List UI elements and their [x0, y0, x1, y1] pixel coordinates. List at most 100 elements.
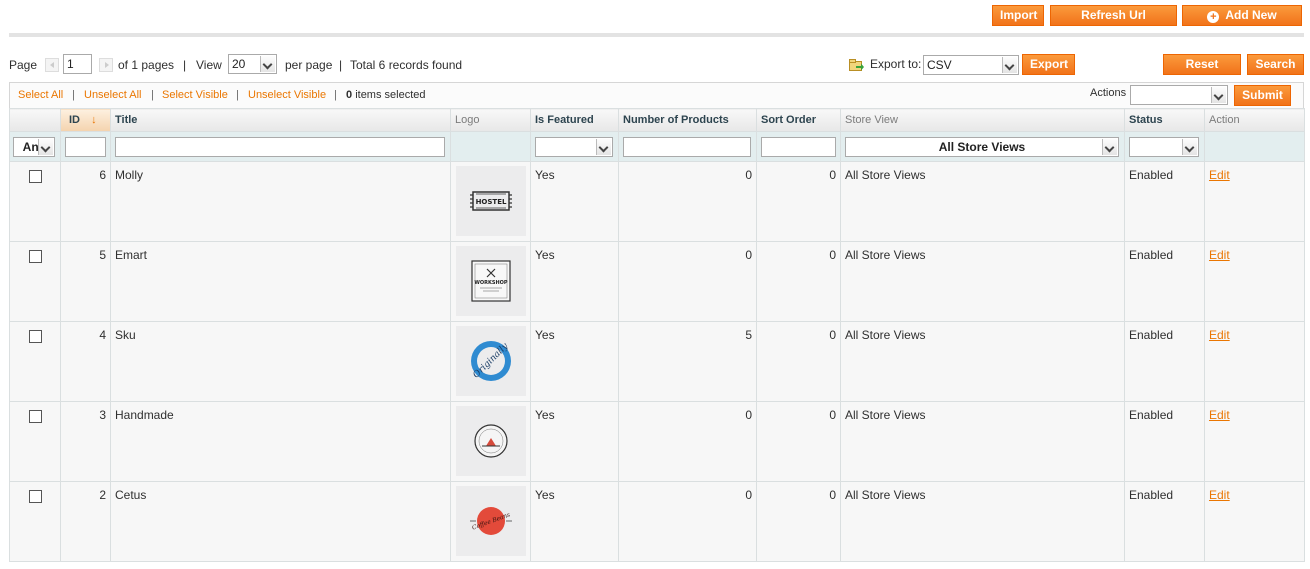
row-checkbox[interactable] — [29, 490, 42, 503]
per-page-select[interactable]: 20 — [228, 54, 277, 74]
export-to-label: Export to: — [870, 57, 922, 71]
brand-logo-image: HOSTEL — [456, 166, 526, 236]
store-view-filter-value: All Store Views — [938, 140, 1026, 154]
search-button[interactable]: Search — [1247, 54, 1304, 75]
cell-is-featured: Yes — [530, 481, 619, 562]
cell-action: Edit — [1204, 241, 1305, 322]
header-sort-order[interactable]: Sort Order — [756, 108, 841, 132]
separator: | — [339, 58, 343, 72]
pager: Page 1 of 1 pages | View 20 per page | T… — [9, 54, 489, 74]
cell-id: 6 — [60, 161, 111, 242]
export-format-value: CSV — [927, 58, 952, 72]
cell-logo: Originally — [450, 321, 531, 402]
store-view-filter-select[interactable]: All Store Views — [845, 137, 1119, 157]
page-label: Page — [9, 58, 38, 72]
status-filter-select[interactable] — [1129, 137, 1199, 157]
massaction-filter-select[interactable]: Any — [13, 137, 55, 157]
row-checkbox[interactable] — [29, 330, 42, 343]
cell-status: Enabled — [1124, 321, 1205, 402]
header-title[interactable]: Title — [110, 108, 451, 132]
svg-text:HOSTEL: HOSTEL — [476, 198, 507, 206]
edit-link[interactable]: Edit — [1209, 168, 1230, 182]
select-all-link[interactable]: Select All — [18, 89, 63, 101]
massaction-bar: Select All | Unselect All | Select Visib… — [9, 82, 1304, 108]
cell-title: Emart — [110, 241, 451, 322]
title-filter-input[interactable] — [115, 137, 445, 157]
cell-is-featured: Yes — [530, 401, 619, 482]
table-row[interactable]: 2 Cetus Coffee Beans Yes 0 0 All Store Views En… — [9, 481, 1305, 562]
cell-store-view: All Store Views — [840, 401, 1125, 482]
export-button[interactable]: Export — [1022, 54, 1075, 75]
items-selected-label: items selected — [355, 89, 426, 101]
sort-order-filter-input[interactable] — [761, 137, 836, 157]
cell-is-featured: Yes — [530, 321, 619, 402]
next-page-icon[interactable] — [99, 58, 113, 72]
grid-header-row: ID ↓ Title Logo Is Featured Number of Pr… — [9, 108, 1305, 132]
cell-title: Handmade — [110, 401, 451, 482]
header-number-of-products[interactable]: Number of Products — [618, 108, 757, 132]
per-page-value: 20 — [232, 57, 246, 71]
table-row[interactable]: 4 Sku Originally Yes 5 0 All Store Views Enable… — [9, 321, 1305, 402]
sort-arrow-icon: ↓ — [91, 114, 97, 126]
row-checkbox-cell — [9, 321, 61, 402]
cell-status: Enabled — [1124, 161, 1205, 242]
cell-action: Edit — [1204, 321, 1305, 402]
chevron-down-icon — [1182, 139, 1197, 155]
header-logo: Logo — [450, 108, 531, 132]
export-format-select[interactable]: CSV — [923, 55, 1019, 75]
cell-store-view: All Store Views — [840, 161, 1125, 242]
separator: | — [236, 89, 239, 101]
products-filter-input[interactable] — [623, 137, 751, 157]
chevron-down-icon — [1102, 139, 1117, 155]
edit-link[interactable]: Edit — [1209, 488, 1230, 502]
cell-logo: WORKSHOP — [450, 241, 531, 322]
filter-action-cell — [1204, 131, 1305, 162]
row-checkbox[interactable] — [29, 170, 42, 183]
cell-sort-order: 0 — [756, 321, 841, 402]
unselect-all-link[interactable]: Unselect All — [84, 89, 141, 101]
edit-link[interactable]: Edit — [1209, 248, 1230, 262]
table-row[interactable]: 6 Molly HOSTEL Yes 0 0 All Store Views Enabled E… — [9, 161, 1305, 242]
total-records-text: Total 6 records found — [350, 58, 463, 72]
reset-filter-button[interactable]: Reset Filter — [1163, 54, 1241, 90]
id-filter-input[interactable] — [65, 137, 106, 157]
cell-id: 3 — [60, 401, 111, 482]
row-checkbox[interactable] — [29, 410, 42, 423]
filter-logo-cell — [450, 131, 531, 162]
filter-id-cell — [60, 131, 111, 162]
featured-filter-select[interactable] — [535, 137, 613, 157]
table-row[interactable]: 5 Emart WORKSHOP Yes 0 0 All Store Views Enable… — [9, 241, 1305, 322]
add-new-brand-button[interactable]: +Add New Brand — [1182, 5, 1302, 41]
chevron-down-icon — [38, 139, 53, 155]
cell-number-of-products: 0 — [618, 401, 757, 482]
header-id[interactable]: ID ↓ — [60, 108, 111, 132]
select-visible-link[interactable]: Select Visible — [162, 89, 228, 101]
cell-title: Molly — [110, 161, 451, 242]
unselect-visible-link[interactable]: Unselect Visible — [248, 89, 326, 101]
edit-link[interactable]: Edit — [1209, 328, 1230, 342]
toolbar-divider — [9, 33, 1304, 37]
export-icon — [849, 58, 864, 71]
previous-page-icon[interactable] — [45, 58, 59, 72]
page-number-input[interactable]: 1 — [63, 54, 92, 74]
cell-id: 2 — [60, 481, 111, 562]
table-row[interactable]: 3 Handmade Yes 0 0 All Store Views Enabled Edit — [9, 401, 1305, 482]
header-is-featured[interactable]: Is Featured — [530, 108, 619, 132]
cell-is-featured: Yes — [530, 241, 619, 322]
cell-logo — [450, 401, 531, 482]
filter-massaction-cell: Any — [9, 131, 61, 162]
row-checkbox[interactable] — [29, 250, 42, 263]
cell-status: Enabled — [1124, 401, 1205, 482]
of-pages-text: of 1 pages — [118, 58, 175, 72]
brand-logo-image — [456, 406, 526, 476]
import-button[interactable]: Import — [992, 5, 1044, 26]
row-checkbox-cell — [9, 481, 61, 562]
submit-button[interactable]: Submit — [1234, 85, 1291, 106]
filter-title-cell — [110, 131, 451, 162]
items-selected-text: 0 items selected — [346, 89, 426, 101]
header-status[interactable]: Status — [1124, 108, 1205, 132]
actions-select[interactable] — [1130, 85, 1228, 105]
edit-link[interactable]: Edit — [1209, 408, 1230, 422]
refresh-url-rewrite-button[interactable]: Refresh Url Rewrite — [1050, 5, 1177, 41]
cell-sort-order: 0 — [756, 161, 841, 242]
